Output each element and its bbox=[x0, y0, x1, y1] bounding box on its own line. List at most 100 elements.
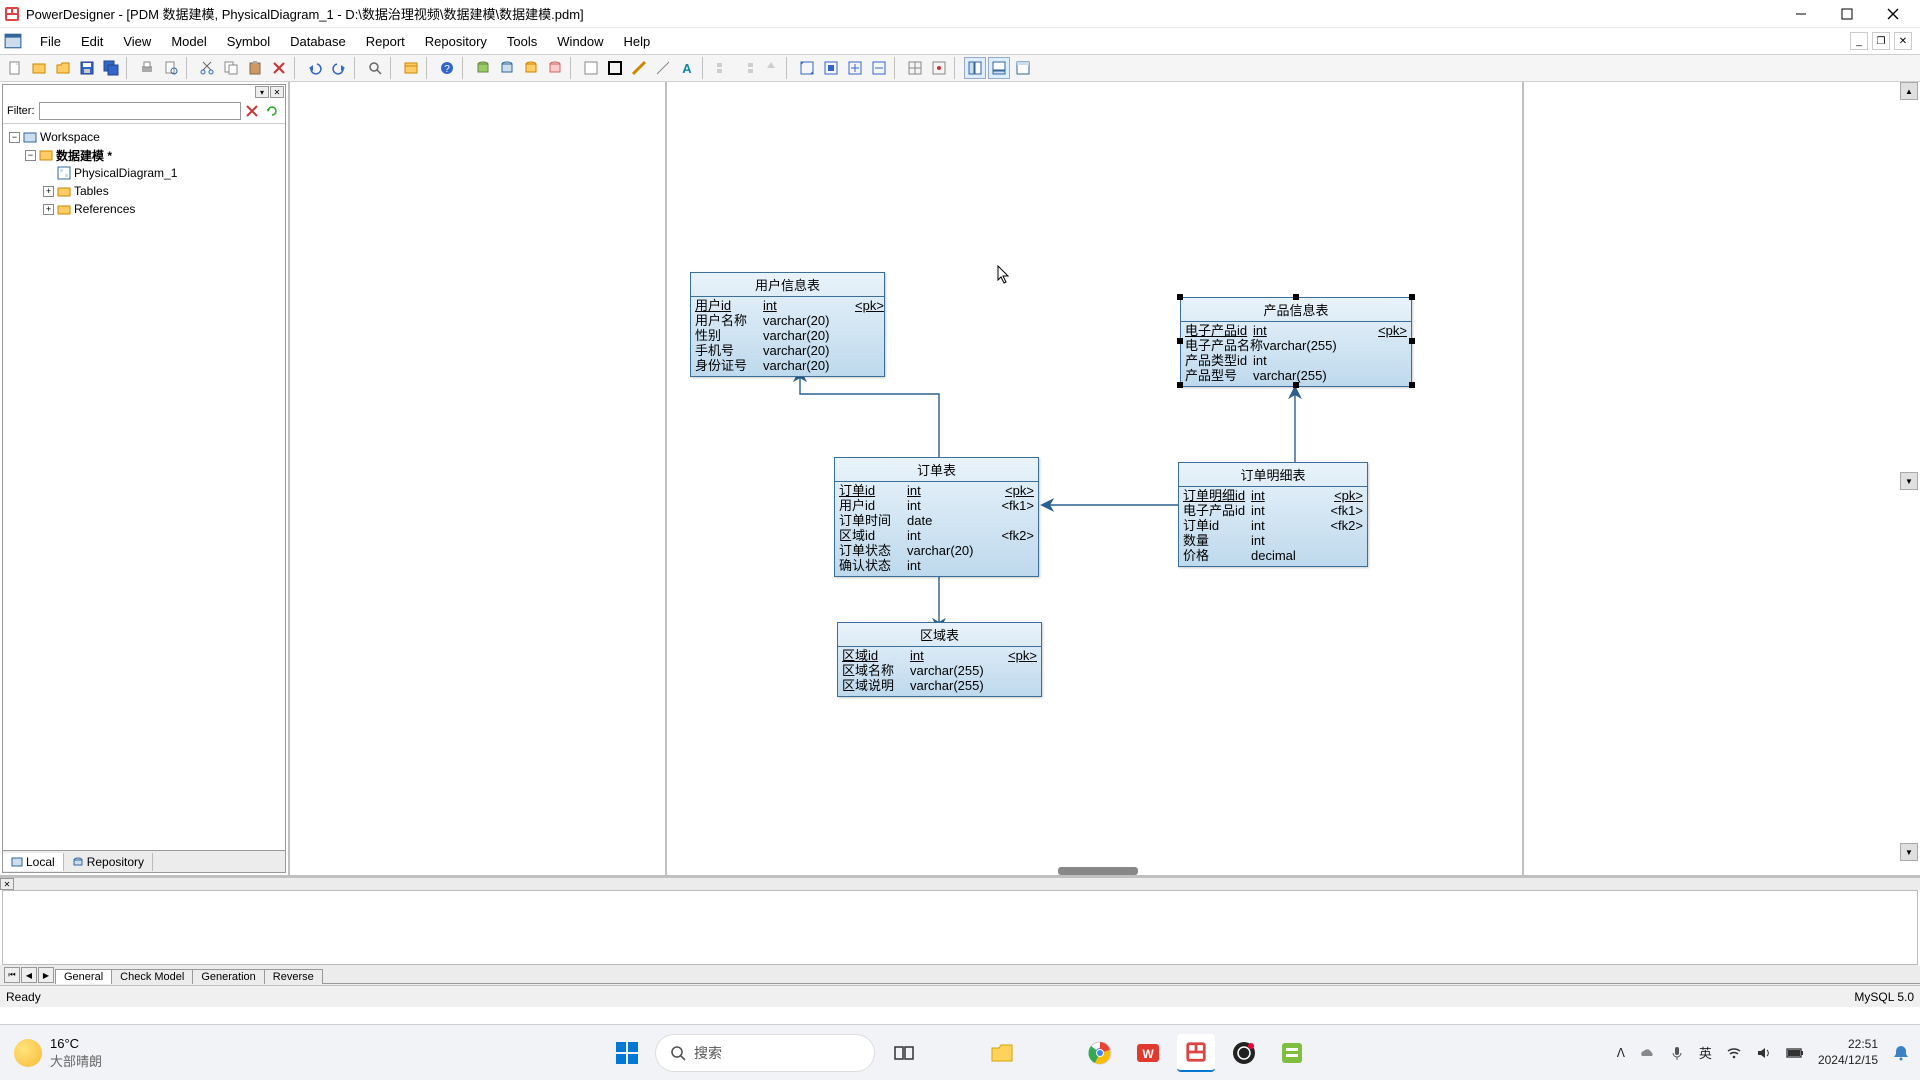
diagram-canvas[interactable]: 用户信息表 用户idint<pk>用户名称varchar(20)性别varcha… bbox=[290, 82, 1920, 875]
menu-repository[interactable]: Repository bbox=[415, 31, 497, 52]
output-tab-generation[interactable]: Generation bbox=[192, 969, 264, 984]
new-button[interactable] bbox=[4, 57, 26, 79]
minimize-button[interactable] bbox=[1778, 0, 1824, 28]
selection-handle[interactable] bbox=[1409, 338, 1415, 344]
line-color-button[interactable] bbox=[604, 57, 626, 79]
entity-orderdetail[interactable]: 订单明细表 订单明细idint<pk>电子产品idint<fk1>订单idint… bbox=[1178, 462, 1368, 567]
print-preview-button[interactable] bbox=[160, 57, 182, 79]
taskbar-chrome[interactable] bbox=[1081, 1034, 1119, 1072]
menu-report[interactable]: Report bbox=[356, 31, 415, 52]
menu-file[interactable]: File bbox=[30, 31, 71, 52]
selection-handle[interactable] bbox=[1409, 294, 1415, 300]
horizontal-scrollbar[interactable] bbox=[1058, 867, 1138, 875]
mdi-minimize-button[interactable]: _ bbox=[1850, 32, 1868, 50]
output-tab-reverse[interactable]: Reverse bbox=[264, 969, 323, 984]
selection-handle[interactable] bbox=[1177, 294, 1183, 300]
output-body[interactable] bbox=[2, 890, 1918, 965]
output-tab-prev[interactable]: ◀ bbox=[21, 967, 37, 983]
start-button[interactable] bbox=[609, 1035, 645, 1071]
zoom-in-button[interactable] bbox=[844, 57, 866, 79]
taskbar-explorer[interactable] bbox=[983, 1034, 1021, 1072]
entity-order[interactable]: 订单表 订单idint<pk>用户idint<fk1>订单时间date区域idi… bbox=[834, 457, 1039, 577]
tray-clock[interactable]: 22:51 2024/12/15 bbox=[1818, 1037, 1878, 1068]
save-button[interactable] bbox=[76, 57, 98, 79]
menu-database[interactable]: Database bbox=[280, 31, 356, 52]
menu-view[interactable]: View bbox=[113, 31, 161, 52]
menu-window[interactable]: Window bbox=[547, 31, 613, 52]
db-connect-button[interactable] bbox=[472, 57, 494, 79]
mdi-restore-button[interactable]: ❐ bbox=[1872, 32, 1890, 50]
properties-button[interactable] bbox=[400, 57, 422, 79]
browser-tab-local[interactable]: Local bbox=[3, 853, 64, 871]
paste-button[interactable] bbox=[244, 57, 266, 79]
selection-handle[interactable] bbox=[1293, 382, 1299, 388]
taskbar-app-green[interactable] bbox=[1273, 1034, 1311, 1072]
taskbar-search[interactable]: 搜索 bbox=[655, 1034, 875, 1072]
db-generate-button[interactable] bbox=[496, 57, 518, 79]
delete-button[interactable] bbox=[268, 57, 290, 79]
taskbar-obs[interactable] bbox=[1225, 1034, 1263, 1072]
entity-product[interactable]: 产品信息表 电子产品idint<pk>电子产品名称varchar(255)产品类… bbox=[1180, 297, 1412, 387]
taskbar-weather[interactable]: 16°C 大部晴朗 bbox=[0, 1036, 102, 1070]
scroll-down-button[interactable]: ▼ bbox=[1900, 843, 1918, 861]
tray-chevron-icon[interactable]: ᐱ bbox=[1617, 1046, 1625, 1060]
tray-ime[interactable]: 英 bbox=[1699, 1043, 1712, 1062]
selection-handle[interactable] bbox=[1409, 382, 1415, 388]
zoom-fit-button[interactable] bbox=[796, 57, 818, 79]
maximize-button[interactable] bbox=[1824, 0, 1870, 28]
undo-button[interactable] bbox=[304, 57, 326, 79]
redo-button[interactable] bbox=[328, 57, 350, 79]
align-right-button[interactable] bbox=[736, 57, 758, 79]
entity-region[interactable]: 区域表 区域idint<pk>区域名称varchar(255)区域说明varch… bbox=[837, 622, 1042, 697]
output-close-button[interactable]: ✕ bbox=[0, 878, 14, 890]
mdi-close-button[interactable]: ✕ bbox=[1894, 32, 1912, 50]
tree-tables[interactable]: +Tables bbox=[7, 182, 281, 200]
output-tab-next[interactable]: ▶ bbox=[38, 967, 54, 983]
selection-handle[interactable] bbox=[1177, 338, 1183, 344]
menu-help[interactable]: Help bbox=[614, 31, 661, 52]
tray-onedrive-icon[interactable] bbox=[1639, 1045, 1655, 1061]
taskbar-powerdesigner[interactable] bbox=[1177, 1034, 1215, 1072]
help-button[interactable]: ? bbox=[436, 57, 458, 79]
tree-references[interactable]: +References bbox=[7, 200, 281, 218]
db-reverse-button[interactable] bbox=[520, 57, 542, 79]
filter-clear-button[interactable] bbox=[243, 102, 261, 120]
fill-color-button[interactable] bbox=[580, 57, 602, 79]
tray-mic-icon[interactable] bbox=[1669, 1045, 1685, 1061]
vertical-scrollbar[interactable]: ▲ ▼ ▼ bbox=[1900, 82, 1918, 861]
scroll-down-button[interactable]: ▼ bbox=[1900, 472, 1918, 490]
output-tab-general[interactable]: General bbox=[55, 969, 112, 984]
line-style-button[interactable] bbox=[628, 57, 650, 79]
tray-volume-icon[interactable] bbox=[1756, 1045, 1772, 1061]
open-button[interactable] bbox=[52, 57, 74, 79]
browser-dropdown-button[interactable]: ▾ bbox=[255, 86, 269, 98]
tree-view[interactable]: −Workspace −数据建模 * PhysicalDiagram_1 +Ta… bbox=[3, 124, 285, 850]
font-button[interactable]: A bbox=[676, 57, 698, 79]
close-button[interactable] bbox=[1870, 0, 1916, 28]
copy-button[interactable] bbox=[220, 57, 242, 79]
selection-handle[interactable] bbox=[1293, 294, 1299, 300]
filter-input[interactable] bbox=[39, 102, 242, 120]
taskbar-taskview[interactable] bbox=[885, 1034, 923, 1072]
tree-model[interactable]: −数据建模 * bbox=[7, 146, 281, 164]
tree-workspace[interactable]: −Workspace bbox=[7, 128, 281, 146]
zoom-100-button[interactable] bbox=[820, 57, 842, 79]
new-model-button[interactable] bbox=[28, 57, 50, 79]
find-button[interactable] bbox=[364, 57, 386, 79]
print-button[interactable] bbox=[136, 57, 158, 79]
menu-model[interactable]: Model bbox=[161, 31, 216, 52]
browser-close-button[interactable]: ✕ bbox=[270, 86, 284, 98]
menu-symbol[interactable]: Symbol bbox=[217, 31, 280, 52]
tray-notifications-icon[interactable] bbox=[1892, 1044, 1910, 1062]
save-all-button[interactable] bbox=[100, 57, 122, 79]
snap-button[interactable] bbox=[928, 57, 950, 79]
shadow-button[interactable] bbox=[652, 57, 674, 79]
align-center-button[interactable] bbox=[760, 57, 782, 79]
filter-refresh-button[interactable] bbox=[263, 102, 281, 120]
tree-diagram[interactable]: PhysicalDiagram_1 bbox=[7, 164, 281, 182]
zoom-out-button[interactable] bbox=[868, 57, 890, 79]
scroll-up-button[interactable]: ▲ bbox=[1900, 82, 1918, 100]
taskbar-wps[interactable]: W bbox=[1129, 1034, 1167, 1072]
grid-button[interactable] bbox=[904, 57, 926, 79]
entity-user[interactable]: 用户信息表 用户idint<pk>用户名称varchar(20)性别varcha… bbox=[690, 272, 885, 377]
